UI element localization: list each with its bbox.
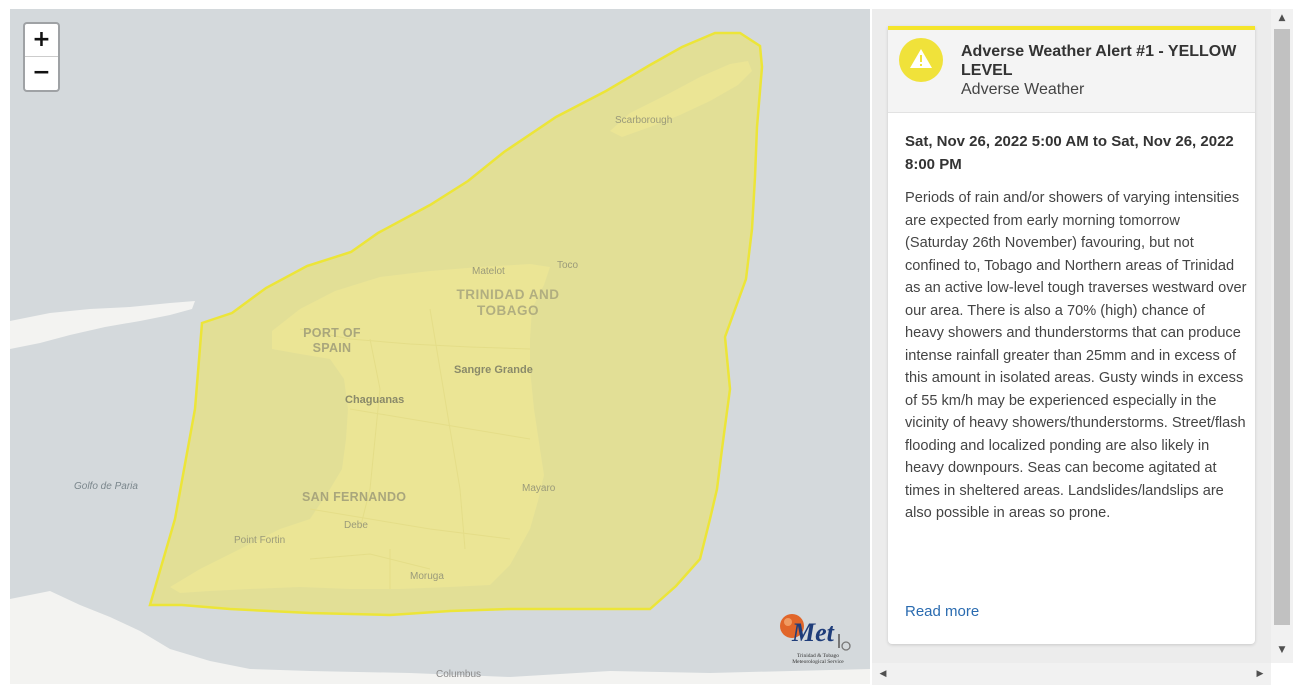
alert-dates: Sat, Nov 26, 2022 5:00 AM to Sat, Nov 26…	[905, 133, 1234, 173]
scroll-up-icon[interactable]: ▲	[1271, 9, 1293, 27]
label-scarborough: Scarborough	[615, 115, 673, 126]
scroll-left-icon[interactable]: ◀	[874, 663, 892, 685]
label-moruga: Moruga	[410, 571, 444, 582]
label-country: TRINIDAD AND TOBAGO	[443, 287, 573, 319]
read-more-link[interactable]: Read more	[905, 603, 979, 620]
scroll-thumb[interactable]	[1274, 29, 1290, 625]
label-chaguanas: Chaguanas	[345, 394, 405, 406]
horizontal-scrollbar[interactable]: ◀ ▶	[872, 663, 1271, 685]
label-golfo-de-paria: Golfo de Paria	[74, 481, 138, 492]
scroll-down-icon[interactable]: ▼	[1271, 641, 1293, 659]
label-toco: Toco	[557, 260, 579, 271]
zoom-control: + −	[23, 22, 60, 92]
label-debe: Debe	[344, 520, 368, 531]
label-mayaro: Mayaro	[522, 483, 556, 494]
met-logo-caption: Trinidad & Tobago Meteorological Service	[778, 653, 858, 665]
label-matelot: Matelot	[472, 266, 505, 277]
warning-icon	[899, 38, 943, 82]
alert-card-header: Adverse Weather Alert #1 - YELLOW LEVEL …	[888, 30, 1255, 113]
label-port-of-spain-line2: SPAIN	[312, 341, 352, 355]
label-port-of-spain: PORT OF SPAIN	[292, 326, 372, 356]
alert-category: Adverse Weather	[961, 81, 1085, 98]
met-logo-caption-line2: Meteorological Service	[792, 659, 844, 665]
alert-description: Periods of rain and/or showers of varyin…	[905, 190, 1247, 521]
map-view[interactable]: + − Scarborough Matelot Toco TRINIDAD AN…	[10, 9, 870, 684]
vertical-scrollbar[interactable]: ▲ ▼	[1271, 9, 1293, 663]
label-sangre-grande: Sangre Grande	[454, 364, 533, 376]
label-port-of-spain-line1: PORT OF	[303, 326, 361, 340]
met-service-logo: Met Trinidad & Tobago Meteorological Ser…	[778, 612, 868, 674]
label-columbus: Columbus	[436, 669, 482, 680]
label-country-line2: TOBAGO	[476, 303, 539, 318]
alert-title: Adverse Weather Alert #1 - YELLOW LEVEL	[961, 43, 1237, 79]
map-canvas	[10, 31, 870, 684]
scroll-right-icon[interactable]: ▶	[1251, 663, 1269, 685]
met-logo-letters: Met	[792, 618, 834, 647]
alert-card: Adverse Weather Alert #1 - YELLOW LEVEL …	[888, 26, 1255, 644]
label-country-line1: TRINIDAD AND	[456, 287, 560, 302]
label-san-fernando: SAN FERNANDO	[302, 490, 407, 504]
label-point-fortin: Point Fortin	[234, 535, 286, 546]
alert-panel[interactable]: Adverse Weather Alert #1 - YELLOW LEVEL …	[872, 9, 1271, 663]
venezuela-landmass	[10, 301, 195, 349]
zoom-in-button[interactable]: +	[25, 24, 58, 57]
zoom-out-button[interactable]: −	[25, 57, 58, 89]
